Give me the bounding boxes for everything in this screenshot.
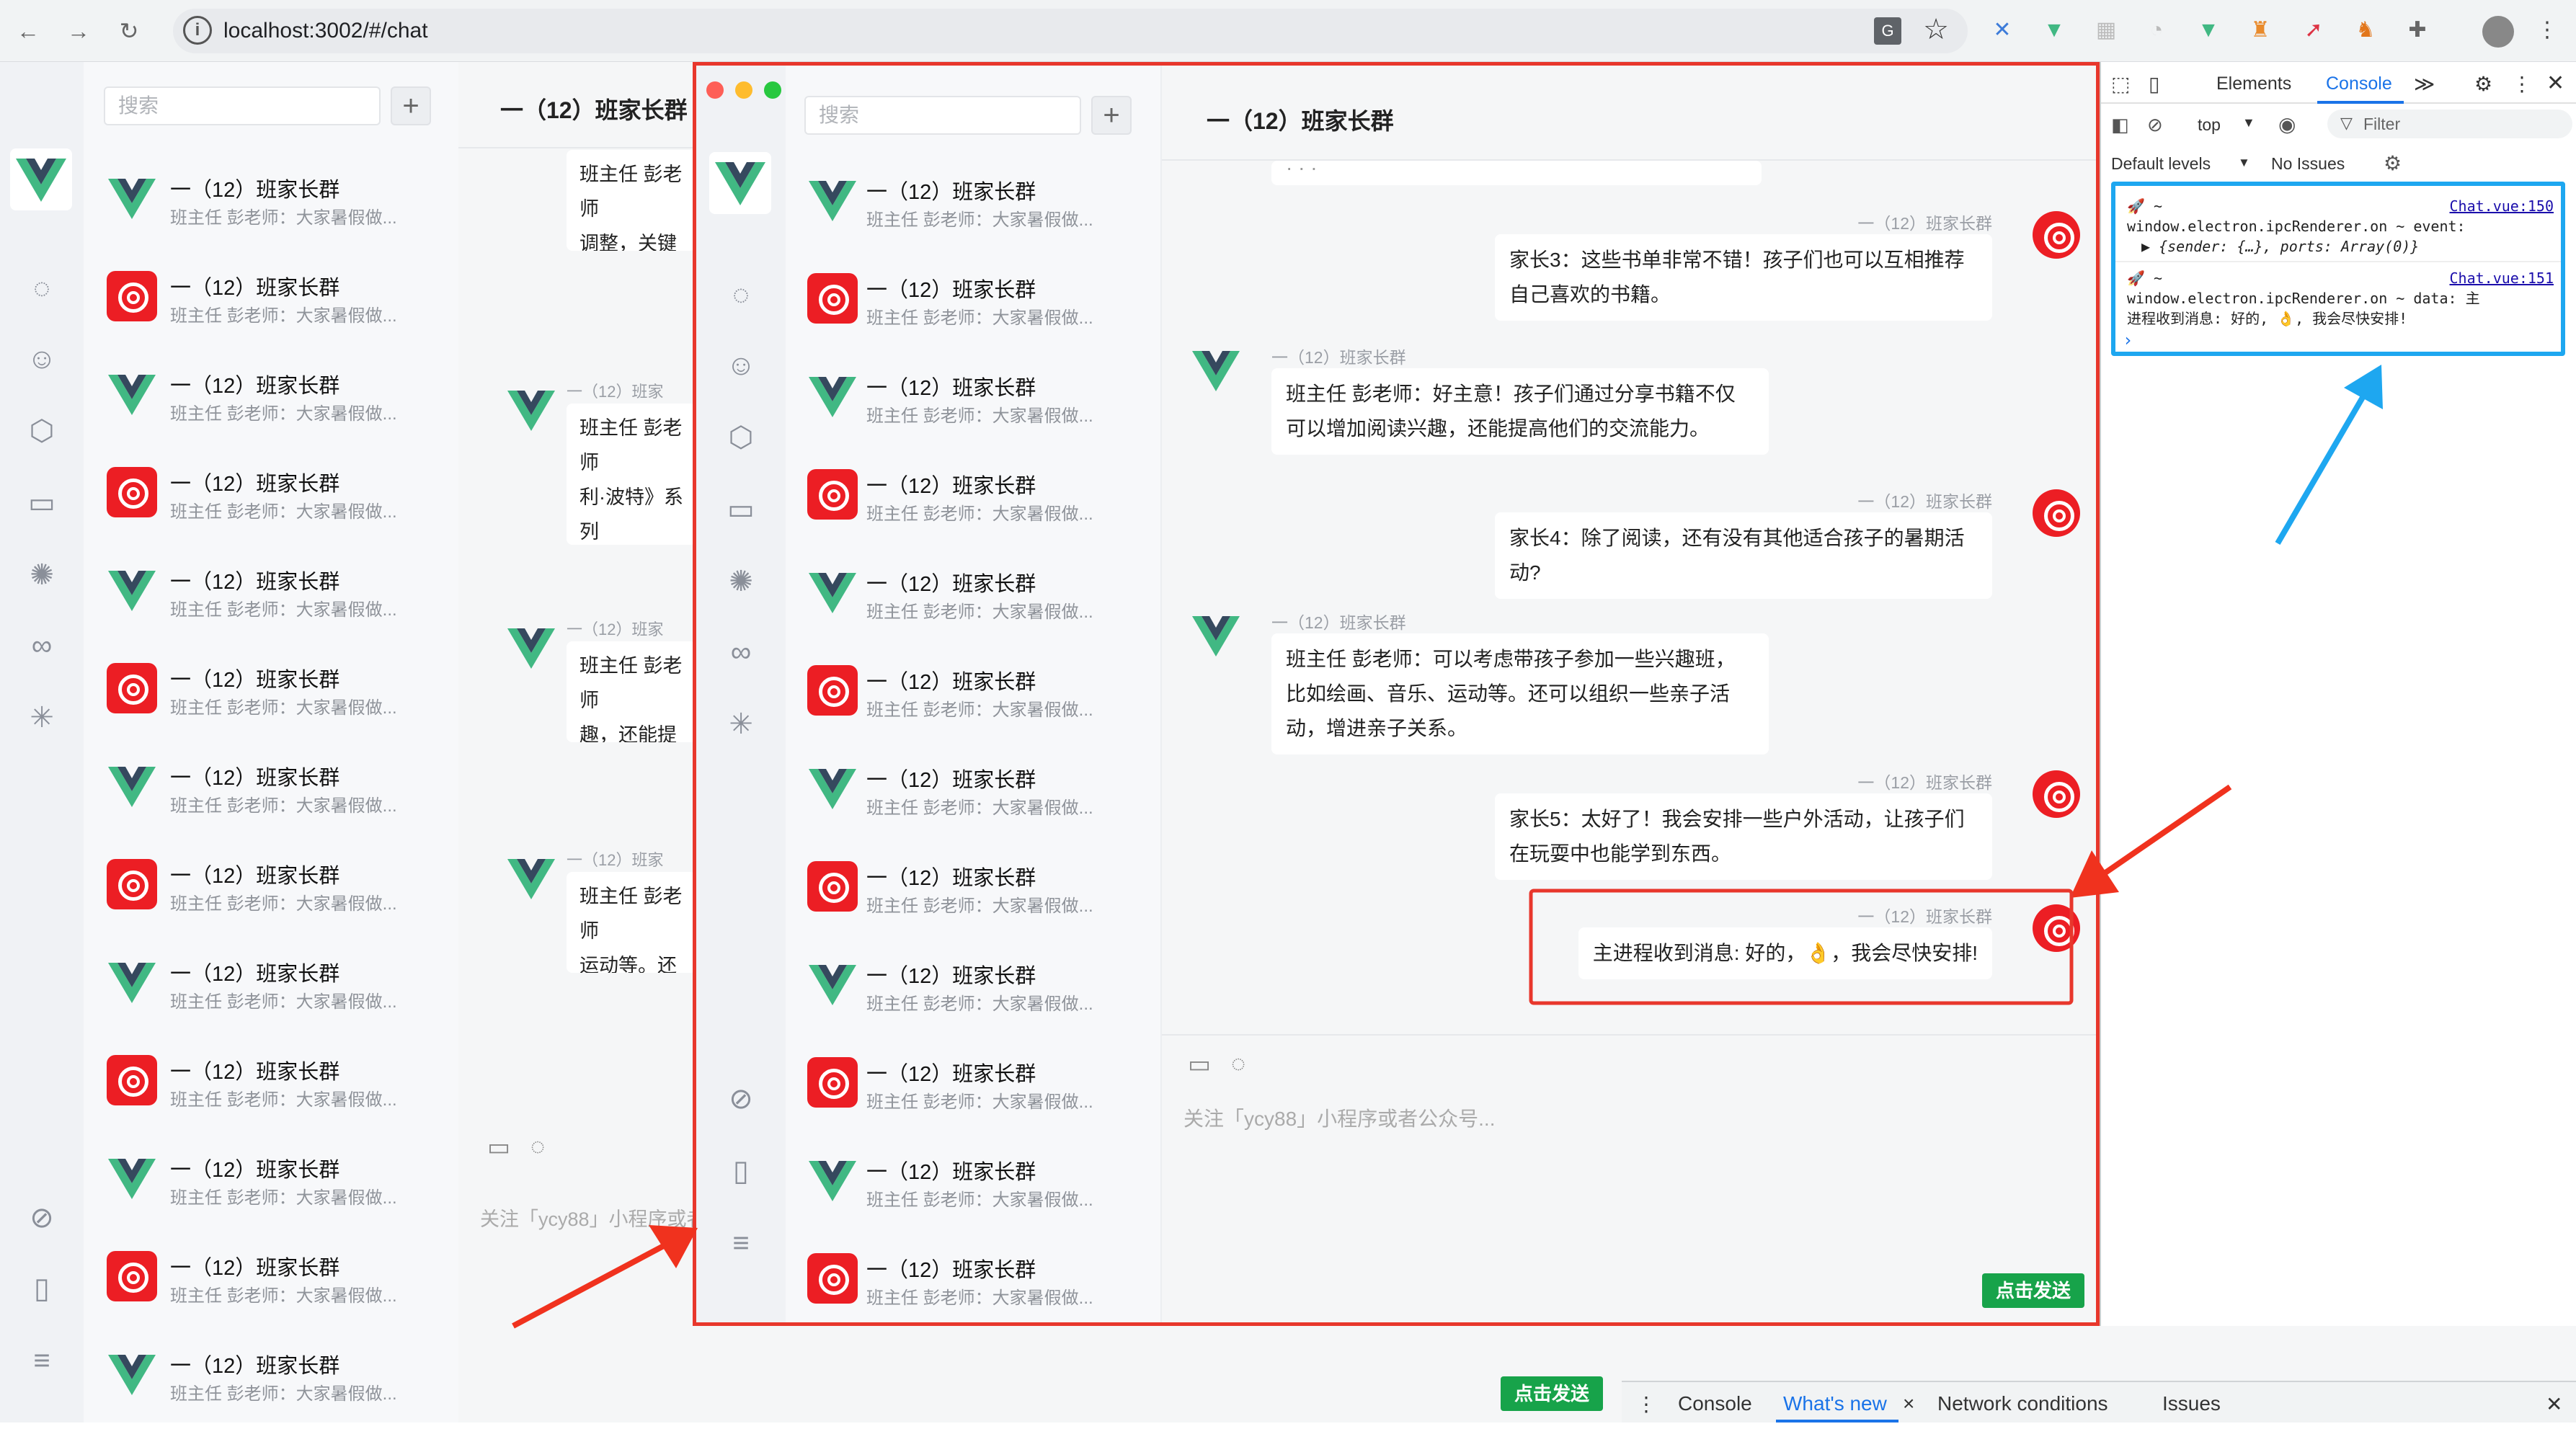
highlight-box — [1529, 889, 2074, 1005]
red-arrow-right — [2070, 784, 2232, 898]
blue-arrow — [2275, 365, 2383, 546]
red-arrow-left — [512, 1225, 698, 1329]
annotation-overlay — [512, 365, 2383, 1329]
